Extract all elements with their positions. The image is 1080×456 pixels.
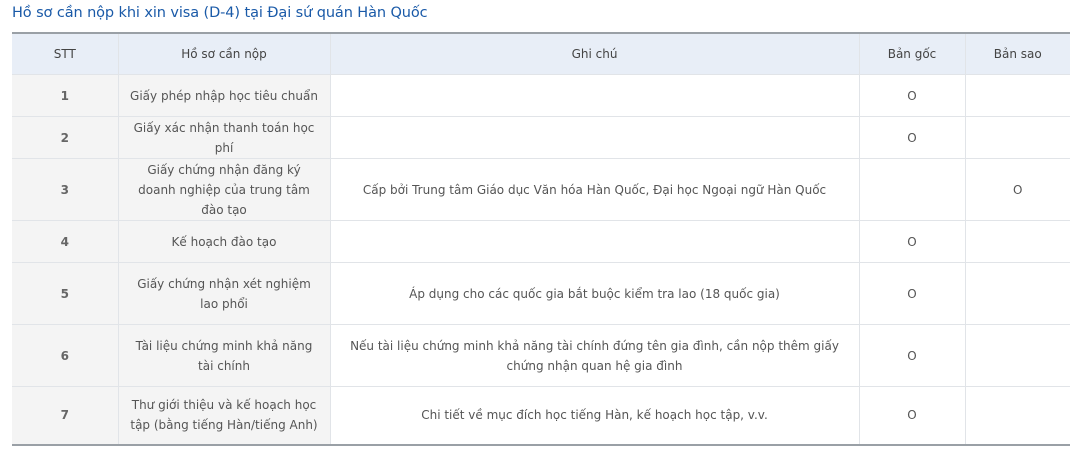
row-stt: 3 xyxy=(12,158,119,221)
row-document: Giấy chứng nhận đăng ký doanh nghiệp của… xyxy=(117,158,331,221)
row-original-mark: O xyxy=(858,74,966,117)
table-row: 2 Giấy xác nhận thanh toán học phí O xyxy=(12,116,1070,159)
header-stt: STT xyxy=(12,33,119,75)
table-row: 4 Kế hoạch đào tạo O xyxy=(12,220,1070,263)
header-original: Bản gốc xyxy=(858,33,966,75)
row-note xyxy=(329,74,860,117)
row-copy-mark xyxy=(964,324,1070,387)
section-title: Hồ sơ cần nộp khi xin visa (D-4) tại Đại… xyxy=(12,5,428,21)
header-note: Ghi chú xyxy=(329,33,860,75)
row-stt: 4 xyxy=(12,220,119,263)
row-note: Áp dụng cho các quốc gia bắt buộc kiểm t… xyxy=(329,262,860,325)
row-note: Chi tiết về mục đích học tiếng Hàn, kế h… xyxy=(329,386,860,445)
row-stt: 1 xyxy=(12,74,119,117)
row-copy-mark xyxy=(964,116,1070,159)
row-stt: 6 xyxy=(12,324,119,387)
row-original-mark: O xyxy=(858,262,966,325)
row-note: Nếu tài liệu chứng minh khả năng tài chí… xyxy=(329,324,860,387)
row-document: Tài liệu chứng minh khả năng tài chính xyxy=(117,324,331,387)
table-row: 3 Giấy chứng nhận đăng ký doanh nghiệp c… xyxy=(12,158,1070,221)
row-document: Giấy xác nhận thanh toán học phí xyxy=(117,116,331,159)
row-document: Thư giới thiệu và kế hoạch học tập (bằng… xyxy=(117,386,331,445)
documents-table: STT Hồ sơ cần nộp Ghi chú Bản gốc Bản sa… xyxy=(12,32,1070,446)
row-original-mark xyxy=(858,158,966,221)
row-stt: 7 xyxy=(12,386,119,445)
row-note xyxy=(329,116,860,159)
row-original-mark: O xyxy=(858,220,966,263)
header-copy: Bản sao xyxy=(964,33,1070,75)
row-copy-mark xyxy=(964,262,1070,325)
header-document: Hồ sơ cần nộp xyxy=(117,33,331,75)
row-document: Giấy chứng nhận xét nghiệm lao phổi xyxy=(117,262,331,325)
table-row: 7 Thư giới thiệu và kế hoạch học tập (bằ… xyxy=(12,386,1070,445)
row-stt: 5 xyxy=(12,262,119,325)
row-original-mark: O xyxy=(858,324,966,387)
row-original-mark: O xyxy=(858,386,966,445)
table-header-row: STT Hồ sơ cần nộp Ghi chú Bản gốc Bản sa… xyxy=(12,33,1070,75)
page: Hồ sơ cần nộp khi xin visa (D-4) tại Đại… xyxy=(0,0,1080,456)
row-copy-mark: O xyxy=(964,158,1070,221)
row-document: Kế hoạch đào tạo xyxy=(117,220,331,263)
row-copy-mark xyxy=(964,386,1070,445)
table-row: 6 Tài liệu chứng minh khả năng tài chính… xyxy=(12,324,1070,387)
table-row: 5 Giấy chứng nhận xét nghiệm lao phổi Áp… xyxy=(12,262,1070,325)
row-copy-mark xyxy=(964,74,1070,117)
row-note xyxy=(329,220,860,263)
row-copy-mark xyxy=(964,220,1070,263)
row-document: Giấy phép nhập học tiêu chuẩn xyxy=(117,74,331,117)
table-row: 1 Giấy phép nhập học tiêu chuẩn O xyxy=(12,74,1070,117)
row-original-mark: O xyxy=(858,116,966,159)
row-note: Cấp bởi Trung tâm Giáo dục Văn hóa Hàn Q… xyxy=(329,158,860,221)
row-stt: 2 xyxy=(12,116,119,159)
